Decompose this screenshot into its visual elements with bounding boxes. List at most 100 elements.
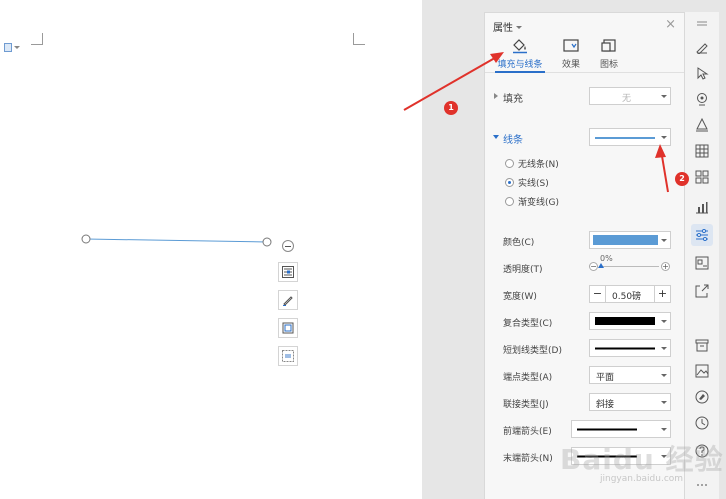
signature-icon <box>695 390 709 404</box>
chevron-down-icon <box>661 428 667 431</box>
chevron-down-icon <box>661 401 667 404</box>
radio-dot <box>505 159 514 168</box>
transparency-label: 透明度(T) <box>503 265 543 275</box>
pen-icon <box>283 296 293 306</box>
table-icon <box>695 144 709 158</box>
window-edge <box>719 0 726 499</box>
toolbar-pen-button[interactable] <box>691 36 713 58</box>
line-section-label[interactable]: 线条 <box>503 131 523 146</box>
image-settings-icon <box>695 256 709 270</box>
color-select[interactable] <box>589 231 671 249</box>
more-options-button[interactable] <box>278 346 298 366</box>
width-decrease-button[interactable]: − <box>590 286 606 302</box>
chevron-down-icon <box>661 374 667 377</box>
width-label: 宽度(W) <box>503 292 537 302</box>
close-panel-button[interactable]: × <box>665 17 676 32</box>
decrease-transparency-button[interactable]: − <box>589 262 598 271</box>
begin-arrow-select[interactable] <box>571 420 671 438</box>
watermark: Baidu 经验 <box>560 443 724 476</box>
cap-select[interactable]: 平面 <box>589 366 671 384</box>
picture-frame-icon <box>282 350 294 362</box>
width-stepper[interactable]: − 0.50磅 + <box>589 285 671 303</box>
compound-select[interactable] <box>589 312 671 330</box>
line-handle-end[interactable] <box>262 237 272 247</box>
toolbar-properties-button[interactable] <box>691 224 713 246</box>
collapse-toolbar-button[interactable] <box>282 240 294 252</box>
properties-panel: 属性 × 填充与线条 效果 图标 填充 无 线条 无线条(N) 实线(S) 渐变… <box>484 12 685 499</box>
toolbar-sign-button[interactable] <box>691 386 713 408</box>
dash-preview <box>595 347 655 350</box>
tab-label: 效果 <box>561 60 580 70</box>
increase-transparency-button[interactable]: + <box>661 262 670 271</box>
fill-select[interactable]: 无 <box>589 87 671 105</box>
toolbar-shape-button[interactable] <box>691 114 713 136</box>
toolbar-menu-button[interactable] <box>691 14 713 36</box>
toolbar-history-button[interactable] <box>691 412 713 434</box>
tab-icon[interactable]: 图标 <box>597 35 621 72</box>
toolbar-archive-button[interactable] <box>691 334 713 356</box>
radio-solid-line[interactable]: 实线(S) <box>505 176 549 189</box>
document-canvas[interactable] <box>0 0 422 499</box>
toolbar-location-button[interactable] <box>691 88 713 110</box>
end-arrow-label: 末端箭头(N) <box>503 454 553 464</box>
menu-icon <box>697 21 707 26</box>
radio-dot <box>505 178 514 187</box>
shape-size-icon <box>598 37 620 55</box>
bar-chart-icon <box>696 202 708 214</box>
expand-fill-icon[interactable] <box>494 93 498 99</box>
collapse-line-icon[interactable] <box>493 135 499 139</box>
clock-icon <box>695 416 709 430</box>
location-pin-icon <box>697 93 707 106</box>
radio-label: 渐变线(G) <box>518 198 559 208</box>
pencil-icon <box>696 43 708 54</box>
line-handle-start[interactable] <box>81 234 91 244</box>
share-icon <box>695 284 709 298</box>
toolbar-image-button[interactable] <box>691 252 713 274</box>
toolbar-select-button[interactable] <box>691 62 713 84</box>
layout-options-button[interactable] <box>278 262 298 282</box>
sliders-icon <box>696 229 708 241</box>
border-icon <box>282 322 294 334</box>
line-preview <box>595 137 655 139</box>
chevron-down-icon <box>661 347 667 350</box>
cursor-icon <box>697 67 709 80</box>
selected-line-shape[interactable] <box>85 238 268 243</box>
fill-select-value: 无 <box>622 94 632 104</box>
slider-track <box>601 266 659 267</box>
shape-outline-button[interactable] <box>278 318 298 338</box>
effects-icon <box>560 37 582 55</box>
tab-fill-and-line[interactable]: 填充与线条 <box>495 35 545 73</box>
more-dots-icon <box>697 484 707 486</box>
radio-dot <box>505 197 514 206</box>
dash-select[interactable] <box>589 339 671 357</box>
chevron-down-icon <box>661 239 667 242</box>
tab-label: 图标 <box>599 60 618 70</box>
toolbar-picture-button[interactable] <box>691 360 713 382</box>
transparency-slider[interactable]: − 0% + <box>589 254 671 276</box>
archive-icon <box>695 339 709 352</box>
radio-gradient-line[interactable]: 渐变线(G) <box>505 195 559 208</box>
toolbar-chart-button[interactable] <box>691 196 713 218</box>
annotation-badge-2: 2 <box>675 172 689 186</box>
toolbar-apps-button[interactable] <box>691 166 713 188</box>
width-increase-button[interactable]: + <box>654 286 670 302</box>
toolbar-table-button[interactable] <box>691 140 713 162</box>
toolbar-share-button[interactable] <box>691 280 713 302</box>
slider-thumb[interactable] <box>598 263 604 268</box>
right-sidebar-toolbar <box>685 12 719 499</box>
cone-icon <box>696 118 708 132</box>
line-style-select[interactable] <box>589 128 671 146</box>
chevron-down-icon <box>661 320 667 323</box>
join-select[interactable]: 斜接 <box>589 393 671 411</box>
compound-label: 复合类型(C) <box>503 319 553 329</box>
transparency-value: 0% <box>600 254 613 263</box>
chevron-down-icon <box>661 136 667 139</box>
panel-title[interactable]: 属性 <box>493 19 522 34</box>
tab-effects[interactable]: 效果 <box>559 35 583 72</box>
line-style-button[interactable] <box>278 290 298 310</box>
radio-no-line[interactable]: 无线条(N) <box>505 157 559 170</box>
width-value[interactable]: 0.50磅 <box>612 289 641 302</box>
panel-title-text: 属性 <box>493 23 513 34</box>
fill-section-label[interactable]: 填充 <box>503 90 523 105</box>
annotation-badge-1: 1 <box>444 101 458 115</box>
